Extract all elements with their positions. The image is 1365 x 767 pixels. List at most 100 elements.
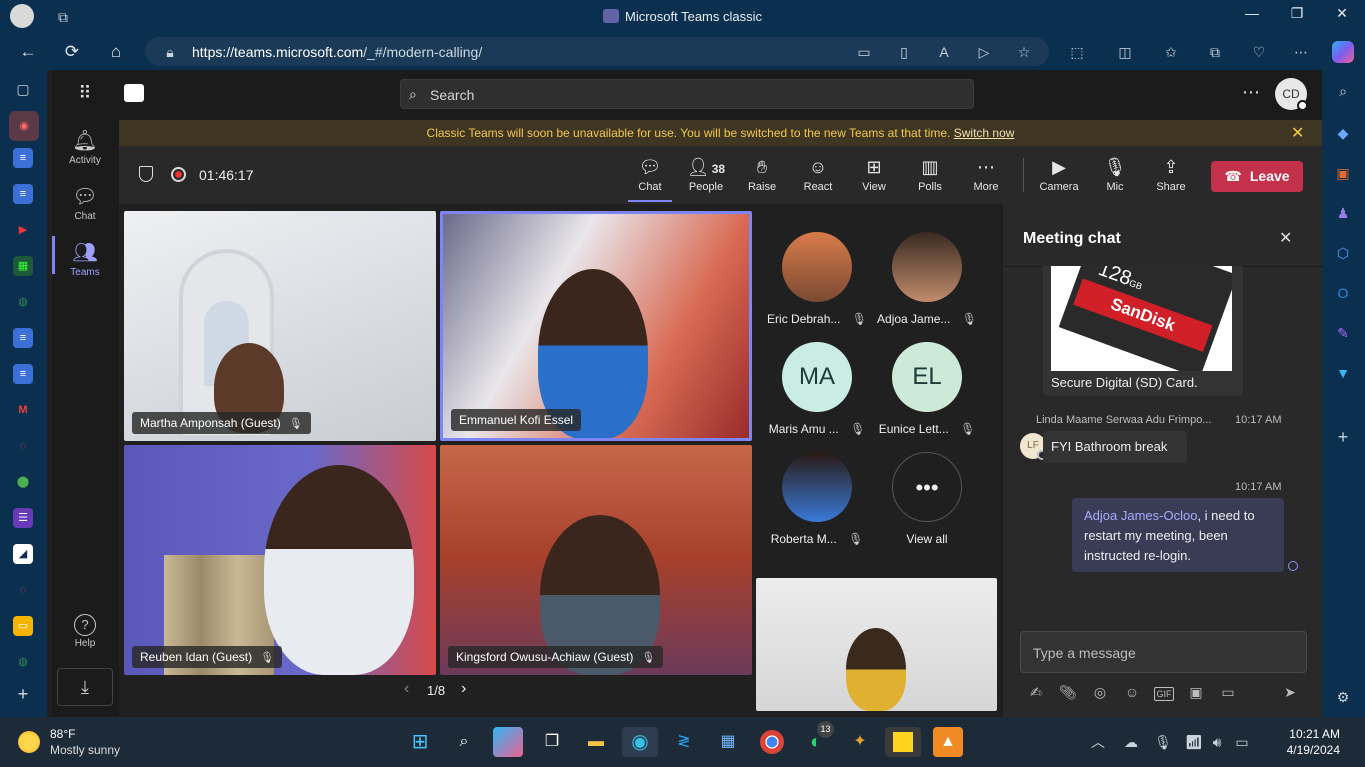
tab-globe-icon[interactable]: ◍ <box>13 652 33 672</box>
app-icon[interactable]: ▲ <box>933 727 963 757</box>
prev-page-button[interactable]: ‹ <box>404 680 409 698</box>
avatar-tile[interactable]: MA Maris Amu ... 🎙︎ <box>762 342 872 436</box>
whatsapp-icon[interactable]: ◐ 13 <box>801 721 834 757</box>
format-icon[interactable]: ✍︎ <box>1026 684 1046 701</box>
camera-blocked-icon[interactable]: ▭ <box>853 41 875 63</box>
tab-gmail-icon[interactable]: M <box>13 400 33 420</box>
m365-icon[interactable]: ⬡ <box>1332 242 1354 264</box>
emoji-icon[interactable]: ☺ <box>1122 684 1142 700</box>
battery-icon[interactable]: ▭ <box>1231 731 1253 753</box>
outlook-icon[interactable]: O <box>1332 282 1354 304</box>
close-icon[interactable]: ✕ <box>1279 228 1292 248</box>
volume-icon[interactable]: 🔊︎ <box>1206 731 1228 753</box>
view-all-tile[interactable]: ••• View all <box>872 452 982 546</box>
avatar-tile[interactable]: Adjoa Jame... 🎙︎ <box>872 232 982 326</box>
chrome-icon[interactable] <box>760 730 784 754</box>
mic-button[interactable]: 🎙︎ Mic <box>1089 156 1141 193</box>
video-tile[interactable]: Reuben Idan (Guest) 🎙︎ <box>124 445 436 675</box>
next-page-button[interactable]: › <box>461 680 466 698</box>
chat-button[interactable]: 💬︎ Chat <box>624 156 676 193</box>
start-button[interactable]: ⊞ <box>405 727 435 757</box>
video-clip-icon[interactable]: ▭ <box>1218 684 1238 701</box>
extensions-icon[interactable]: ⬚ <box>1066 41 1088 63</box>
mention[interactable]: Adjoa James-Ocloo <box>1084 508 1197 523</box>
rail-item-activity[interactable]: 🔔︎ Activity <box>52 128 118 166</box>
show-hidden-icons[interactable]: ︿ <box>1087 731 1109 753</box>
tab-docs-icon[interactable]: ≡ <box>13 184 33 204</box>
rail-item-teams[interactable]: 👥︎ Teams <box>52 240 118 278</box>
tab-pen-icon[interactable]: ◢ <box>13 544 33 564</box>
rail-item-help[interactable]: ? Help <box>52 614 118 649</box>
task-view-icon[interactable]: ❐ <box>537 727 567 757</box>
attach-icon[interactable]: 📎︎ <box>1058 684 1078 701</box>
maximize-button[interactable]: ❐ <box>1285 5 1309 27</box>
people-button[interactable]: 👤︎ 38 People <box>680 156 732 193</box>
vscode-icon[interactable]: ≷ <box>669 727 699 757</box>
send-icon[interactable]: ➤ <box>1280 684 1300 701</box>
new-tab-icon[interactable]: + <box>13 684 33 704</box>
message-input[interactable]: Type a message <box>1020 631 1307 673</box>
read-aloud-icon[interactable]: A <box>933 41 955 63</box>
gear-icon[interactable]: ⚙ <box>1332 686 1354 708</box>
close-window-button[interactable]: ✕ <box>1330 5 1354 27</box>
sticker-icon[interactable]: ▣ <box>1186 684 1206 701</box>
gif-icon[interactable]: GIF <box>1154 687 1174 701</box>
copilot-icon[interactable] <box>493 727 523 757</box>
video-tile[interactable]: Martha Amponsah (Guest) 🎙︎ <box>124 211 436 441</box>
avatar-tile[interactable]: Eric Debrah... 🎙︎ <box>762 232 872 326</box>
url-field[interactable]: 🔒︎ https://teams.microsoft.com/_#/modern… <box>145 37 1049 66</box>
tab-youtube-icon[interactable]: ▶ <box>13 220 33 240</box>
copilot-icon[interactable] <box>1332 41 1354 63</box>
tab-maps-icon[interactable]: ⬤ <box>13 472 33 492</box>
designer-icon[interactable]: ✎ <box>1332 322 1354 344</box>
drop-icon[interactable]: ▼ <box>1332 362 1354 384</box>
edge-icon[interactable]: ◉ <box>622 727 658 757</box>
message-bubble[interactable]: FYI Bathroom break <box>1043 431 1187 463</box>
favorites-icon[interactable]: ✩ <box>1160 41 1182 63</box>
settings-more-icon[interactable]: ⋯ <box>1290 41 1312 63</box>
back-icon[interactable]: ← <box>17 41 39 63</box>
more-button[interactable]: ⋯ More <box>960 156 1012 193</box>
search-icon[interactable]: ⌕ <box>449 727 479 757</box>
tab-forms-icon[interactable]: ☰ <box>13 508 33 528</box>
clock[interactable]: 10:21 AM 4/19/2024 <box>1260 727 1340 757</box>
rail-item-chat[interactable]: 💬︎ Chat <box>52 184 118 222</box>
favorite-star-icon[interactable]: ☆ <box>1013 41 1035 63</box>
tab-actions-icon[interactable]: ▢ <box>12 78 34 100</box>
onedrive-icon[interactable]: ☁ <box>1120 731 1142 753</box>
microphone-icon[interactable]: 🎙︎ <box>1152 731 1174 753</box>
avatar-tile[interactable]: EL Eunice Lett... 🎙︎ <box>872 342 982 436</box>
tab-record-icon[interactable]: ◉ <box>9 111 39 141</box>
sticky-notes-icon[interactable] <box>885 727 921 757</box>
add-sidebar-icon[interactable]: + <box>1332 426 1354 448</box>
more-options-icon[interactable]: ⋯ <box>1242 82 1260 103</box>
download-button[interactable]: ⤓ <box>57 668 113 706</box>
app-launcher-icon[interactable]: ⠿ <box>74 82 96 104</box>
minimize-button[interactable]: — <box>1240 5 1264 27</box>
leave-button[interactable]: ☎︎ Leave <box>1211 161 1303 192</box>
collections-icon[interactable]: ⧉ <box>1204 41 1226 63</box>
raise-hand-button[interactable]: ✋︎ Raise <box>736 156 788 193</box>
self-video-tile[interactable] <box>756 578 997 711</box>
weather-widget[interactable]: 88°F Mostly sunny <box>18 727 138 759</box>
video-icon[interactable]: ▯ <box>893 41 915 63</box>
tab-slides-icon[interactable]: ▭ <box>13 616 33 636</box>
avatar-tile[interactable]: Roberta M... 🎙︎ <box>762 452 872 546</box>
loop-icon[interactable]: ◎ <box>1090 684 1110 701</box>
tools-icon[interactable]: ▣ <box>1332 162 1354 184</box>
polls-button[interactable]: ▥ Polls <box>904 156 956 193</box>
app-icon[interactable]: ✦ <box>845 727 875 757</box>
tab-globe-icon[interactable]: ◍ <box>13 292 33 312</box>
tab-loading-icon[interactable]: ◌ <box>13 580 33 600</box>
home-icon[interactable]: ⌂ <box>105 41 127 63</box>
tab-loading-icon[interactable]: ◌ <box>13 436 33 456</box>
own-message-bubble[interactable]: Adjoa James-Ocloo, i need to restart my … <box>1072 498 1284 572</box>
split-screen-icon[interactable]: ◫ <box>1114 41 1136 63</box>
tab-docs-icon[interactable]: ≡ <box>13 148 33 168</box>
switch-now-link[interactable]: Switch now <box>954 126 1015 140</box>
file-explorer-icon[interactable]: ▬ <box>581 727 611 757</box>
tab-chart-icon[interactable]: ▦ <box>13 256 33 276</box>
games-icon[interactable]: ♟ <box>1332 202 1354 224</box>
wifi-icon[interactable]: 📶︎ <box>1183 731 1205 753</box>
store-icon[interactable]: ▦ <box>713 727 743 757</box>
